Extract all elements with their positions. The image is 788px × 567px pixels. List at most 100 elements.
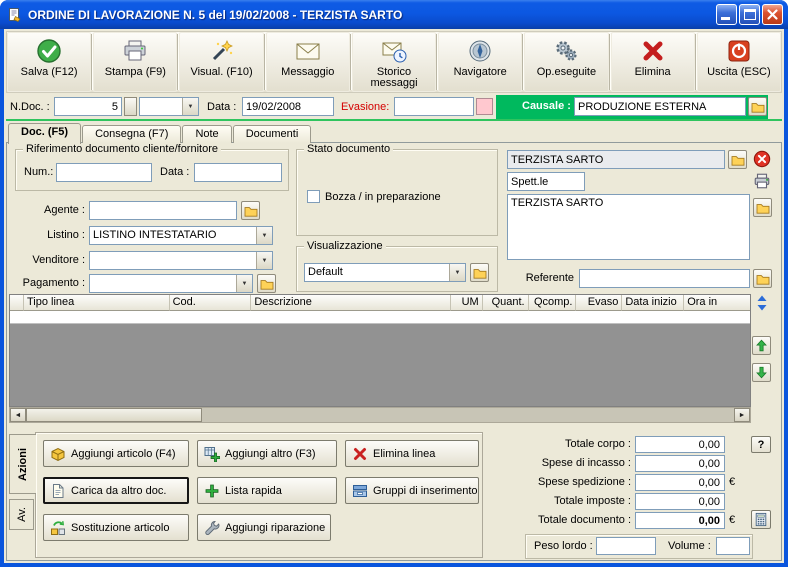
minimize-button[interactable] <box>716 4 737 25</box>
intestatario-lookup-button[interactable] <box>728 150 747 169</box>
toolbar-label: Stampa (F9) <box>104 66 166 78</box>
doc-date-input[interactable] <box>242 97 334 116</box>
referente-input[interactable] <box>579 269 750 288</box>
grid-horizontal-scrollbar[interactable]: ◄ ► <box>9 407 751 423</box>
totale-imposte-input[interactable] <box>635 493 725 510</box>
column-header-data-inizio[interactable]: Data inizio <box>622 295 685 311</box>
load-from-doc-button[interactable]: Carica da altro doc. <box>43 477 189 504</box>
column-header-descrizione[interactable]: Descrizione <box>251 295 451 311</box>
scroll-thumb[interactable] <box>26 408 202 422</box>
resize-rows-button[interactable] <box>754 295 770 311</box>
causale-zone: Causale : <box>496 95 768 119</box>
move-line-down-button[interactable] <box>752 363 771 382</box>
toolbar-label: Messaggio <box>281 66 335 78</box>
visualizzazione-lookup-button[interactable] <box>470 263 489 282</box>
tab-note[interactable]: Note <box>182 125 232 143</box>
agente-input[interactable] <box>89 201 237 220</box>
listino-combo[interactable]: LISTINO INTESTATARIO ▼ <box>89 226 273 245</box>
delete-button[interactable]: Elimina <box>610 32 695 92</box>
scroll-left-button[interactable]: ◄ <box>10 408 26 422</box>
tab-doc[interactable]: Doc. (F5) <box>8 123 82 144</box>
sidetab-avanzate-label: Av. <box>15 507 28 522</box>
rif-data-input[interactable] <box>194 163 282 182</box>
tab-documenti[interactable]: Documenti <box>232 125 312 143</box>
column-header-tipo-linea[interactable]: Tipo linea <box>23 295 170 311</box>
quick-list-button[interactable]: Lista rapida <box>197 477 337 504</box>
operations-button[interactable]: Op.eseguite <box>524 32 609 92</box>
title-bar[interactable]: ORDINE DI LAVORAZIONE N. 5 del 19/02/200… <box>0 0 788 29</box>
column-header-evaso[interactable]: Evaso <box>576 295 623 311</box>
column-header-um[interactable]: UM <box>450 295 483 311</box>
toolbar-label: Elimina <box>634 66 671 78</box>
recalculate-button[interactable] <box>751 510 771 529</box>
pagamento-lookup-button[interactable] <box>257 274 276 293</box>
close-icon <box>767 9 778 20</box>
totals-help-button[interactable]: ? <box>751 436 771 453</box>
add-repair-button[interactable]: Aggiungi riparazione <box>197 514 331 541</box>
move-line-up-button[interactable] <box>752 336 771 355</box>
column-header-selector[interactable] <box>10 295 24 311</box>
doc-number-options-button[interactable] <box>124 97 137 116</box>
spese-spedizione-input[interactable] <box>635 474 725 491</box>
titolo-input[interactable] <box>507 172 585 191</box>
spese-incasso-input[interactable] <box>635 455 725 472</box>
tab-consegna[interactable]: Consegna (F7) <box>82 125 182 143</box>
referente-lookup-button[interactable] <box>753 269 772 288</box>
venditore-combo[interactable]: ▼ <box>89 251 273 270</box>
print-address-button[interactable] <box>753 172 771 190</box>
chevron-down-icon[interactable]: ▼ <box>256 227 272 244</box>
scroll-right-button[interactable]: ► <box>734 408 750 422</box>
peso-lordo-input[interactable] <box>596 537 656 555</box>
column-header-quant[interactable]: Quant. <box>482 295 529 311</box>
magic-wand-icon <box>209 38 235 64</box>
printer-icon <box>122 38 148 64</box>
chevron-down-icon[interactable]: ▼ <box>182 98 198 115</box>
add-other-button[interactable]: Aggiungi altro (F3) <box>197 440 337 467</box>
visualizzazione-combo[interactable]: Default ▼ <box>304 263 466 282</box>
column-header-cod[interactable]: Cod. <box>169 295 252 311</box>
column-header-ora-inizio[interactable]: Ora in <box>684 295 751 311</box>
insert-groups-button[interactable]: Gruppi di inserimento <box>345 477 479 504</box>
doc-number-input[interactable] <box>54 97 122 116</box>
sidetab-azioni[interactable]: Azioni <box>9 434 36 494</box>
save-button[interactable]: Salva (F12) <box>7 32 92 92</box>
envelope-history-icon <box>381 38 407 64</box>
add-article-button[interactable]: Aggiungi articolo (F4) <box>43 440 189 467</box>
preview-button[interactable]: Visual. (F10) <box>179 32 264 92</box>
close-button[interactable] <box>762 4 783 25</box>
evasione-input[interactable] <box>394 97 474 116</box>
chevron-down-icon[interactable]: ▼ <box>236 275 252 292</box>
agente-lookup-button[interactable] <box>241 201 260 220</box>
delete-line-button[interactable]: Elimina linea <box>345 440 479 467</box>
rif-num-input[interactable] <box>56 163 152 182</box>
scroll-track[interactable] <box>202 408 734 422</box>
replace-article-button[interactable]: Sostituzione articolo <box>43 514 189 541</box>
totale-documento-input[interactable] <box>635 512 725 529</box>
volume-input[interactable] <box>716 537 750 555</box>
maximize-button[interactable] <box>739 4 760 25</box>
grid-empty-row[interactable] <box>10 311 750 324</box>
indirizzo-textarea[interactable]: TERZISTA SARTO <box>507 194 750 260</box>
intestatario-input[interactable] <box>507 150 725 169</box>
clear-intestatario-button[interactable] <box>753 150 771 168</box>
column-header-qcomp[interactable]: Qcomp. <box>528 295 577 311</box>
message-history-button[interactable]: Storico messaggi <box>351 32 437 92</box>
exit-button[interactable]: Uscita (ESC) <box>696 32 781 92</box>
causale-lookup-button[interactable] <box>748 97 767 116</box>
bozza-checkbox[interactable] <box>307 190 320 203</box>
causale-input[interactable] <box>574 97 746 116</box>
pagamento-combo[interactable]: ▼ <box>89 274 253 293</box>
doc-series-combo[interactable]: ▼ <box>139 97 199 116</box>
venditore-value <box>90 252 256 269</box>
folder-icon <box>260 279 273 290</box>
chevron-down-icon[interactable]: ▼ <box>256 252 272 269</box>
totale-corpo-input[interactable] <box>635 436 725 453</box>
indirizzo-lookup-button[interactable] <box>753 198 772 217</box>
red-x-icon <box>640 38 666 64</box>
print-button[interactable]: Stampa (F9) <box>93 32 178 92</box>
chevron-down-icon[interactable]: ▼ <box>449 264 465 281</box>
navigator-button[interactable]: Navigatore <box>438 32 523 92</box>
toolbar-label: Salva (F12) <box>20 66 78 78</box>
message-button[interactable]: Messaggio <box>265 32 350 92</box>
sidetab-avanzate[interactable]: Av. <box>9 499 34 530</box>
